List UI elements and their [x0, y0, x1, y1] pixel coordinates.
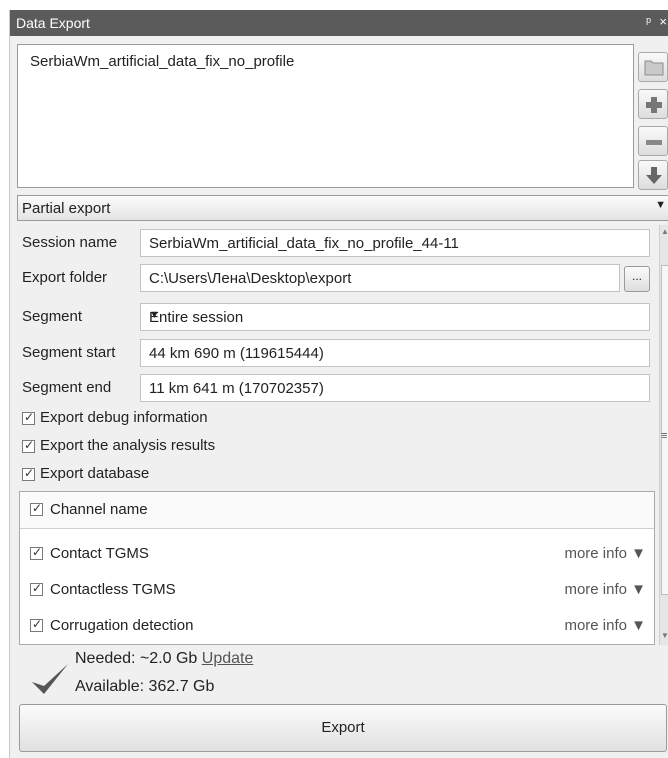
segment-row: Segment Entire session ▼ — [17, 302, 657, 332]
more-info-link[interactable]: more info ▼ — [564, 545, 646, 562]
more-info-link[interactable]: more info ▼ — [564, 617, 646, 634]
close-icon[interactable]: × — [659, 14, 667, 29]
segment-start-label: Segment start — [22, 344, 116, 361]
export-analysis-label: Export the analysis results — [40, 437, 216, 454]
table-row: Contactless TGMS more info ▼ — [20, 572, 654, 608]
segment-label: Segment — [22, 308, 83, 325]
available-value: 362.7 Gb — [148, 678, 215, 695]
data-export-panel: Data Export ᵖ × SerbiaWm_artificial_data… — [9, 10, 668, 758]
session-name-value: SerbiaWm_artificial_data_fix_no_profile_… — [149, 235, 459, 252]
panel-titlebar: Data Export ᵖ × — [10, 10, 668, 36]
needed-value: ~2.0 Gb — [139, 650, 198, 667]
export-mode-select[interactable]: Partial export ▼ — [17, 195, 668, 221]
add-session-button[interactable] — [638, 89, 668, 119]
scroll-up-icon[interactable]: ▲ — [661, 227, 668, 236]
channel-table-header: Channel name — [20, 492, 654, 529]
segment-end-row: Segment end 11 km 641 m (170702357) — [17, 373, 657, 403]
export-database-label: Export database — [40, 465, 150, 482]
open-folder-button[interactable] — [638, 52, 668, 82]
scroll-down-icon[interactable]: ▼ — [661, 631, 668, 640]
more-info-link[interactable]: more info ▼ — [564, 581, 646, 598]
segment-end-label: Segment end — [22, 379, 112, 396]
table-row: Corrugation detection more info ▼ — [20, 608, 654, 644]
export-folder-label: Export folder — [22, 269, 108, 286]
pin-icon[interactable]: ᵖ — [646, 14, 651, 29]
channel-name: Corrugation detection — [50, 617, 194, 634]
session-name-row: Session name SerbiaWm_artificial_data_fi… — [17, 228, 657, 258]
export-debug-checkbox[interactable] — [22, 410, 35, 425]
segment-end-value: 11 km 641 m (170702357) — [149, 380, 324, 397]
plus-icon — [646, 97, 662, 113]
panel-title: Data Export — [16, 15, 90, 31]
export-folder-row: Export folder C:\Users\Лена\Desktop\expo… — [17, 263, 657, 293]
export-folder-field[interactable]: C:\Users\Лена\Desktop\export — [140, 264, 620, 292]
browse-folder-button[interactable]: ... — [624, 266, 650, 292]
segment-select[interactable]: Entire session ▼ — [140, 303, 650, 331]
export-settings-form: Session name SerbiaWm_artificial_data_fi… — [17, 225, 657, 645]
available-label: Available: — [75, 678, 145, 695]
export-button[interactable]: Export — [19, 704, 667, 752]
export-analysis-checkbox[interactable] — [22, 438, 35, 453]
segment-start-value: 44 km 690 m (119615444) — [149, 345, 324, 362]
segment-start-row: Segment start 44 km 690 m (119615444) — [17, 338, 657, 368]
folder-icon — [644, 60, 664, 76]
channel-name: Contactless TGMS — [50, 581, 176, 598]
channel-name: Contact TGMS — [50, 545, 149, 562]
segment-end-field[interactable]: 11 km 641 m (170702357) — [140, 374, 650, 402]
segment-start-field[interactable]: 44 km 690 m (119615444) — [140, 339, 650, 367]
channel-checkbox[interactable] — [30, 545, 43, 560]
channel-checkbox[interactable] — [30, 581, 43, 596]
export-folder-value: C:\Users\Лена\Desktop\export — [149, 270, 352, 287]
channel-checkbox[interactable] — [30, 617, 43, 632]
space-available: Available: 362.7 Gb — [75, 678, 214, 696]
scroll-grip-icon: ≡ — [661, 430, 668, 442]
table-row: Contact TGMS more info ▼ — [20, 536, 654, 572]
minus-icon — [646, 140, 662, 145]
channel-name-header: Channel name — [50, 501, 148, 518]
chevron-down-icon: ▼ — [149, 309, 160, 321]
session-list-item[interactable]: SerbiaWm_artificial_data_fix_no_profile — [30, 53, 294, 70]
export-debug-label: Export debug information — [40, 409, 208, 426]
export-database-checkbox[interactable] — [22, 466, 35, 481]
chevron-down-icon: ▼ — [655, 199, 666, 211]
update-link[interactable]: Update — [202, 650, 254, 667]
move-down-button[interactable] — [638, 160, 668, 190]
remove-session-button[interactable] — [638, 126, 668, 156]
select-all-channels-checkbox[interactable] — [30, 501, 43, 516]
download-arrow-icon — [646, 167, 662, 184]
channel-table: Channel name Contact TGMS more info ▼ Co… — [19, 491, 655, 645]
checkmark-icon — [32, 664, 68, 694]
session-name-field[interactable]: SerbiaWm_artificial_data_fix_no_profile_… — [140, 229, 650, 257]
session-name-label: Session name — [22, 234, 118, 251]
needed-label: Needed: — [75, 650, 136, 667]
export-mode-value: Partial export — [22, 200, 111, 217]
form-scrollbar[interactable]: ▲ ≡ ▼ — [659, 225, 668, 645]
session-list[interactable]: SerbiaWm_artificial_data_fix_no_profile — [17, 44, 634, 188]
space-needed: Needed: ~2.0 Gb Update — [75, 650, 253, 668]
